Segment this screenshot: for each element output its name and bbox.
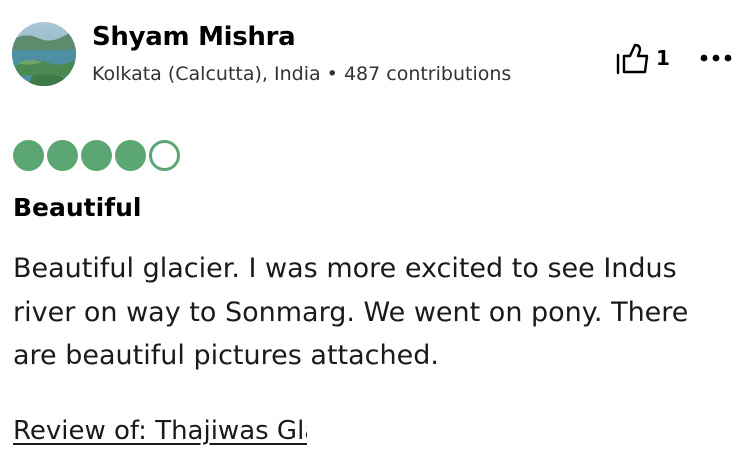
user-meta: Kolkata (Calcutta), India • 487 contribu… (92, 63, 511, 85)
user-contributions: 487 contributions (343, 63, 512, 85)
meta-separator: • (326, 63, 338, 85)
rating-bubbles (13, 140, 180, 171)
avatar-image (12, 22, 76, 86)
review-body: Beautiful glacier. I was more excited to… (13, 253, 689, 371)
rating-bubble-filled (47, 140, 78, 171)
more-options-button[interactable] (696, 44, 736, 72)
thumbs-up-icon (616, 43, 649, 75)
rating-bubble-filled (81, 140, 112, 171)
user-name[interactable]: Shyam Mishra (92, 22, 296, 52)
user-location: Kolkata (Calcutta), India (92, 63, 321, 85)
helpful-count: 1 (656, 46, 670, 70)
rating-bubble-empty (149, 140, 180, 171)
helpful-vote-button[interactable]: 1 (614, 40, 670, 76)
more-options-icon (700, 54, 732, 62)
review-title: Beautiful (13, 193, 142, 222)
avatar[interactable] (12, 22, 76, 86)
rating-bubble-filled (13, 140, 44, 171)
rating-bubble-filled (115, 140, 146, 171)
review-of-link[interactable]: Review of: Thajiwas Glacier (13, 416, 307, 446)
